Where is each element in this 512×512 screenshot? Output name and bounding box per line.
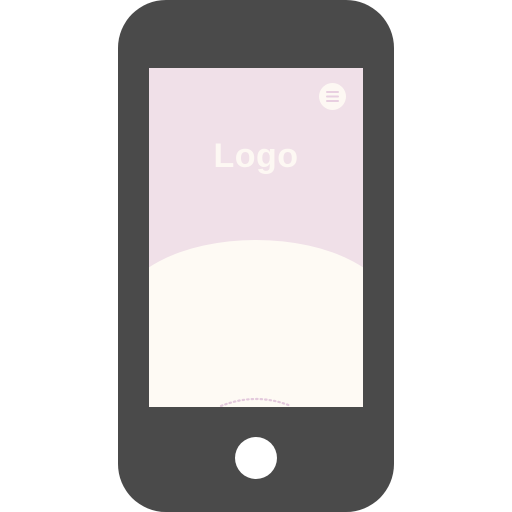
content-area [149,240,363,407]
dotted-arc-indicator [219,397,293,407]
home-button[interactable] [235,437,277,479]
menu-button[interactable] [319,83,346,110]
logo-text: Logo [213,137,299,175]
illustration-stage: Logo [0,0,512,512]
phone-screen: Logo [149,68,363,407]
hamburger-menu-icon [326,91,339,102]
